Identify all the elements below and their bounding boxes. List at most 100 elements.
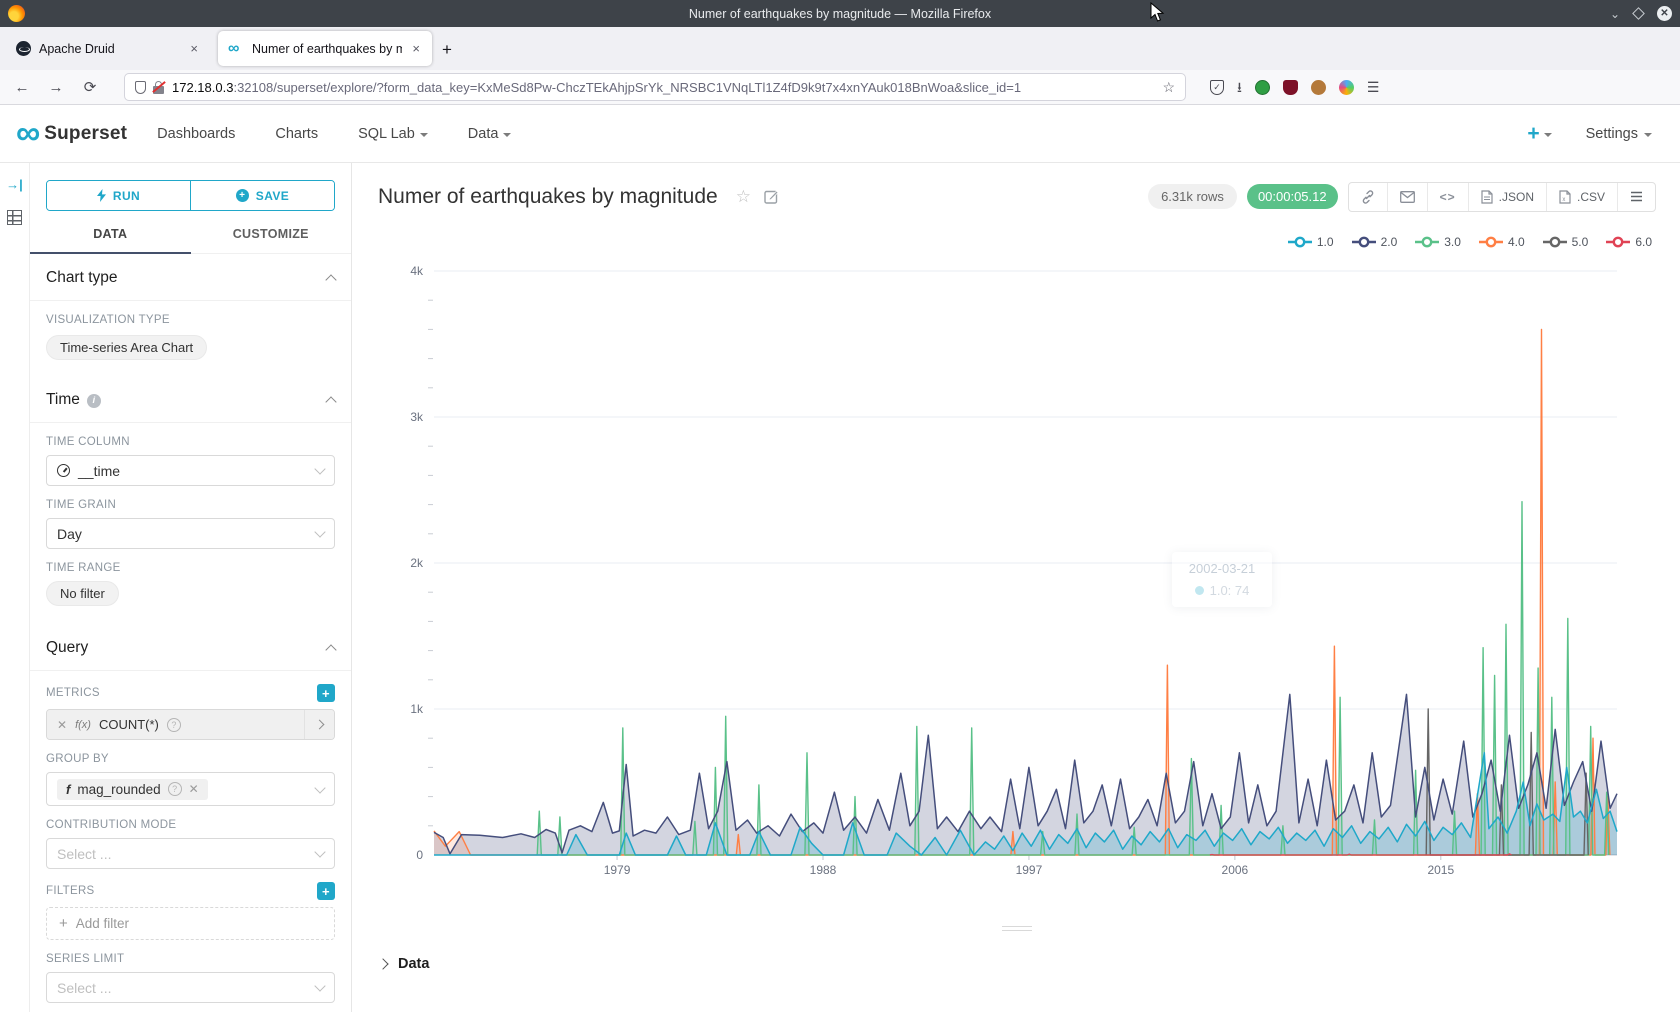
window-titlebar: Numer of earthquakes by magnitude — Mozi…	[0, 0, 1680, 27]
tab-earthquakes-active[interactable]: ∞ Numer of earthquakes by m ×	[218, 31, 432, 66]
data-results-panel: Data	[352, 945, 1680, 1012]
time-grain-select[interactable]: Day	[46, 518, 335, 549]
add-filter-plus-button[interactable]: +	[317, 882, 335, 900]
export-json-button[interactable]: .JSON	[1468, 183, 1546, 211]
add-metric-button[interactable]: +	[317, 684, 335, 702]
time-column-select[interactable]: __time	[46, 455, 335, 486]
new-item-button[interactable]: +	[1527, 123, 1551, 144]
save-button[interactable]: + SAVE	[190, 181, 334, 210]
svg-text:1997: 1997	[1016, 863, 1043, 877]
new-tab-button[interactable]: +	[442, 40, 452, 60]
contribution-mode-select[interactable]: Select ...	[46, 838, 335, 869]
control-panel: RUN + SAVE DATA CUSTOMIZE Chart type VIS…	[30, 163, 352, 1012]
hamburger-icon	[1630, 191, 1643, 202]
row-count-badge: 6.31k rows	[1148, 184, 1237, 209]
legend-item-3.0[interactable]: 3.0	[1415, 235, 1461, 249]
metrics-label: METRICS +	[46, 684, 335, 702]
cookie-extension-icon[interactable]	[1311, 80, 1326, 95]
run-button[interactable]: RUN	[47, 181, 190, 210]
chevron-up-icon	[325, 396, 336, 407]
legend-item-2.0[interactable]: 2.0	[1352, 235, 1398, 249]
more-options-button[interactable]	[1617, 183, 1655, 211]
tracking-shield-icon[interactable]	[135, 81, 146, 94]
json-file-icon	[1481, 190, 1493, 204]
bolt-icon	[97, 189, 106, 202]
remove-metric-icon[interactable]: ✕	[57, 718, 67, 732]
add-filter-box[interactable]: + Add filter	[46, 907, 335, 940]
navbar-item-sql-lab[interactable]: SQL Lab	[358, 126, 428, 142]
group-by-chip[interactable]: f mag_rounded ? ✕	[57, 779, 208, 800]
svg-text:1k: 1k	[410, 702, 424, 716]
download-icon[interactable]: ⭳	[1237, 80, 1242, 94]
email-icon	[1400, 191, 1415, 203]
url-text[interactable]: 172.18.0.3:32108/superset/explore/?form_…	[172, 80, 1155, 95]
tab-customize[interactable]: CUSTOMIZE	[191, 227, 352, 253]
navbar-item-data[interactable]: Data	[468, 126, 512, 142]
svg-text:1979: 1979	[604, 863, 631, 877]
series-limit-label: SERIES LIMIT	[46, 953, 335, 965]
legend-item-1.0[interactable]: 1.0	[1288, 235, 1334, 249]
chart-actions-group: <> .JSON x .CSV	[1348, 182, 1656, 212]
export-csv-button[interactable]: x .CSV	[1546, 183, 1617, 211]
settings-menu[interactable]: Settings	[1586, 126, 1652, 142]
navbar-item-charts[interactable]: Charts	[275, 126, 318, 142]
favorite-star-icon[interactable]: ☆	[736, 187, 751, 207]
time-grain-label: TIME GRAIN	[46, 499, 335, 511]
back-icon[interactable]: ←	[10, 79, 34, 96]
time-range-value[interactable]: No filter	[46, 581, 119, 606]
minimize-icon[interactable]: ⌄	[1610, 8, 1620, 20]
insecure-lock-icon[interactable]	[153, 81, 165, 94]
bookmark-star-icon[interactable]: ☆	[1162, 79, 1175, 96]
svg-text:4k: 4k	[410, 264, 424, 278]
dataset-grid-icon[interactable]	[7, 210, 22, 225]
legend-item-5.0[interactable]: 5.0	[1543, 235, 1589, 249]
email-button[interactable]	[1387, 183, 1427, 211]
ublock-icon[interactable]	[1283, 80, 1298, 95]
section-chart-type[interactable]: Chart type	[30, 254, 351, 300]
section-query[interactable]: Query	[30, 624, 351, 670]
datasource-rail: →|	[0, 163, 30, 1012]
superset-logo[interactable]: ∞ Superset	[16, 120, 127, 147]
menu-icon[interactable]: ☰	[1367, 80, 1380, 94]
expand-panel-icon[interactable]: →|	[6, 177, 23, 192]
url-bar[interactable]: 172.18.0.3:32108/superset/explore/?form_…	[124, 73, 1186, 101]
group-by-select[interactable]: f mag_rounded ? ✕	[46, 772, 335, 806]
timeseries-area-chart[interactable]: 01k2k3k4k19791988199720062015	[352, 253, 1680, 881]
viz-type-value[interactable]: Time-series Area Chart	[46, 335, 207, 360]
svg-text:2015: 2015	[1427, 863, 1454, 877]
metric-expand-button[interactable]	[304, 710, 334, 739]
section-time[interactable]: Timei	[30, 376, 351, 422]
reload-icon[interactable]: ⟳	[78, 78, 102, 96]
caret-down-icon	[1644, 133, 1652, 137]
svg-text:2k: 2k	[410, 556, 424, 570]
close-icon[interactable]: ✕	[1657, 6, 1672, 21]
extension-sparkle-icon[interactable]	[1339, 80, 1354, 95]
browser-tab-bar: Apache Druid × ∞ Numer of earthquakes by…	[0, 27, 1680, 70]
tab-close-icon[interactable]: ×	[410, 41, 422, 56]
forward-icon[interactable]: →	[44, 79, 68, 96]
clock-icon	[57, 464, 70, 477]
navbar-item-dashboards[interactable]: Dashboards	[157, 126, 235, 142]
resize-handle[interactable]	[1002, 926, 1032, 934]
chart-svg: 01k2k3k4k19791988199720062015	[352, 253, 1680, 881]
svg-text:x: x	[1562, 197, 1565, 203]
metric-chip[interactable]: ✕ f(x) COUNT(*) ?	[46, 709, 335, 740]
extension-green-icon[interactable]	[1255, 80, 1270, 95]
edit-title-icon[interactable]	[764, 189, 779, 204]
legend-marker-icon	[1352, 236, 1376, 248]
series-limit-select[interactable]: Select ...	[46, 972, 335, 1003]
legend-item-6.0[interactable]: 6.0	[1606, 235, 1652, 249]
restore-icon[interactable]	[1632, 7, 1645, 20]
tab-apache-druid[interactable]: Apache Druid ×	[6, 31, 210, 66]
contribution-mode-label: CONTRIBUTION MODE	[46, 819, 335, 831]
tab-data[interactable]: DATA	[30, 227, 191, 253]
share-link-button[interactable]	[1349, 183, 1387, 211]
permissions-shield-icon[interactable]: ✓	[1210, 80, 1224, 95]
embed-code-button[interactable]: <>	[1427, 183, 1468, 211]
url-path: :32108/superset/explore/?form_data_key=K…	[233, 80, 1021, 95]
remove-column-icon[interactable]: ✕	[189, 782, 199, 796]
link-icon	[1361, 190, 1375, 204]
legend-item-4.0[interactable]: 4.0	[1479, 235, 1525, 249]
tab-close-icon[interactable]: ×	[188, 41, 200, 56]
data-panel-toggle[interactable]: Data	[352, 945, 1680, 972]
